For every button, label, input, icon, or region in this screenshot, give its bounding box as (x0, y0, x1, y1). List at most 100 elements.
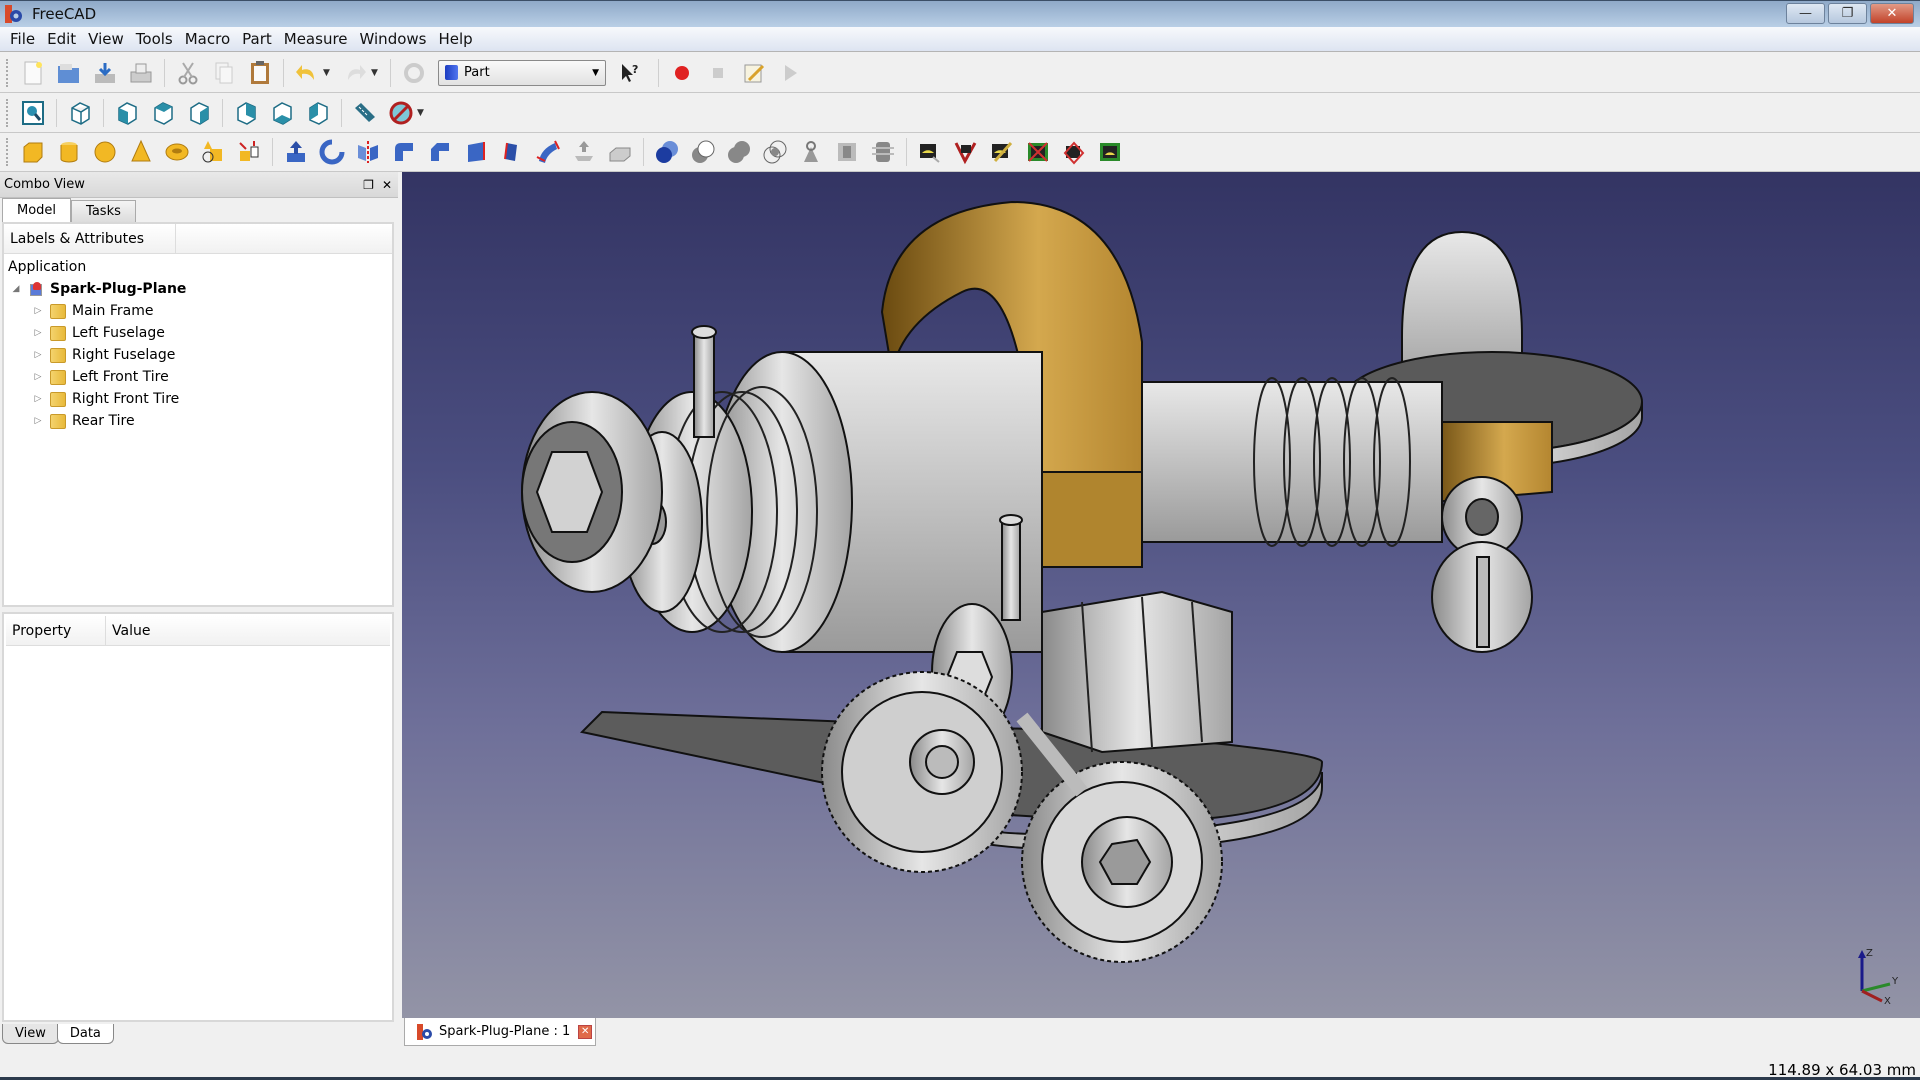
minimize-button[interactable]: — (1786, 3, 1825, 24)
expanded-arrow-icon[interactable]: ◢ (10, 284, 22, 294)
measure-toggle-3d-button[interactable] (1095, 137, 1125, 167)
mirror-button[interactable] (353, 137, 383, 167)
section-button[interactable] (605, 137, 635, 167)
save-button[interactable] (90, 58, 120, 88)
measure-refresh-button[interactable] (987, 137, 1017, 167)
open-document-button[interactable] (54, 58, 84, 88)
collapsed-arrow-icon[interactable]: ▷ (32, 328, 44, 338)
ruled-surface-button[interactable] (497, 137, 527, 167)
clipping-dropdown-icon[interactable]: ▼ (417, 108, 427, 118)
create-primitives-button[interactable] (198, 137, 228, 167)
macro-record-button[interactable] (667, 58, 697, 88)
close-window-button[interactable]: ✕ (1870, 3, 1914, 24)
float-panel-icon[interactable]: ❐ (363, 178, 374, 192)
thickness-button[interactable] (832, 137, 862, 167)
tree-item[interactable]: ▷ Rear Tire (4, 410, 392, 432)
restore-button[interactable]: ❐ (1828, 3, 1867, 24)
spark-plug-plane-model[interactable] (402, 172, 1920, 1018)
check-geometry-button[interactable] (796, 137, 826, 167)
menu-tools[interactable]: Tools (130, 30, 179, 48)
axonometric-view-button[interactable] (65, 98, 95, 128)
workbench-selector[interactable]: Part ▼ (438, 59, 606, 86)
copy-button[interactable] (209, 58, 239, 88)
menu-part[interactable]: Part (236, 30, 278, 48)
right-view-button[interactable] (184, 98, 214, 128)
value-column-header[interactable]: Value (106, 616, 150, 645)
make-face-button[interactable] (461, 137, 491, 167)
menu-help[interactable]: Help (432, 30, 478, 48)
cone-button[interactable] (126, 137, 156, 167)
cross-sections-button[interactable] (868, 137, 898, 167)
measure-angular-button[interactable] (951, 137, 981, 167)
tree-document[interactable]: ◢ Spark-Plug-Plane (4, 278, 392, 300)
boolean-common-button[interactable] (760, 137, 790, 167)
loft-button[interactable] (533, 137, 563, 167)
redo-dropdown-icon[interactable]: ▼ (371, 68, 381, 78)
undo-dropdown-icon[interactable]: ▼ (323, 68, 333, 78)
toolbar-grip[interactable] (6, 58, 9, 87)
revolve-button[interactable] (317, 137, 347, 167)
document-tab[interactable]: Spark-Plug-Plane : 1 ✕ (404, 1018, 596, 1046)
boolean-button[interactable] (652, 137, 682, 167)
print-button[interactable] (126, 58, 156, 88)
measure-clear-button[interactable] (1023, 137, 1053, 167)
tree-item[interactable]: ▷ Left Fuselage (4, 322, 392, 344)
fillet-button[interactable] (389, 137, 419, 167)
cylinder-button[interactable] (54, 137, 84, 167)
menu-windows[interactable]: Windows (354, 30, 433, 48)
cut-button[interactable] (173, 58, 203, 88)
bottom-view-button[interactable] (267, 98, 297, 128)
undo-button[interactable] (292, 58, 322, 88)
menu-measure[interactable]: Measure (278, 30, 354, 48)
extrude-button[interactable] (281, 137, 311, 167)
macro-run-button[interactable] (775, 58, 805, 88)
redo-button[interactable] (340, 58, 370, 88)
front-view-button[interactable] (112, 98, 142, 128)
tree-item[interactable]: ▷ Right Front Tire (4, 388, 392, 410)
clipping-button[interactable] (386, 98, 416, 128)
fit-all-button[interactable] (18, 98, 48, 128)
new-document-button[interactable] (18, 58, 48, 88)
tree-item[interactable]: ▷ Left Front Tire (4, 366, 392, 388)
boolean-cut-button[interactable] (688, 137, 718, 167)
tree-item[interactable]: ▷ Right Fuselage (4, 344, 392, 366)
top-view-button[interactable] (148, 98, 178, 128)
paste-button[interactable] (245, 58, 275, 88)
left-view-button[interactable] (303, 98, 333, 128)
close-panel-icon[interactable]: ✕ (382, 178, 392, 192)
measure-distance-button[interactable] (350, 98, 380, 128)
3d-viewport[interactable]: Z Y X (402, 172, 1920, 1018)
menu-view[interactable]: View (82, 30, 130, 48)
sphere-button[interactable] (90, 137, 120, 167)
boolean-fuse-button[interactable] (724, 137, 754, 167)
collapsed-arrow-icon[interactable]: ▷ (32, 416, 44, 426)
chamfer-button[interactable] (425, 137, 455, 167)
toolbar-grip[interactable] (6, 98, 9, 127)
property-column-header[interactable]: Property (6, 616, 106, 645)
whats-this-button[interactable]: ? (615, 58, 645, 88)
measure-linear-button[interactable] (915, 137, 945, 167)
menu-edit[interactable]: Edit (41, 30, 82, 48)
tab-tasks[interactable]: Tasks (71, 200, 136, 222)
rear-view-button[interactable] (231, 98, 261, 128)
menu-file[interactable]: File (4, 30, 41, 48)
collapsed-arrow-icon[interactable]: ▷ (32, 350, 44, 360)
macro-stop-button[interactable] (703, 58, 733, 88)
torus-button[interactable] (162, 137, 192, 167)
tab-data[interactable]: Data (56, 1024, 114, 1044)
close-tab-icon[interactable]: ✕ (578, 1024, 593, 1039)
sweep-button[interactable] (569, 137, 599, 167)
shape-builder-button[interactable] (234, 137, 264, 167)
collapsed-arrow-icon[interactable]: ▷ (32, 372, 44, 382)
tree-item[interactable]: ▷ Main Frame (4, 300, 392, 322)
refresh-button[interactable] (399, 58, 429, 88)
box-button[interactable] (18, 137, 48, 167)
measure-toggle-all-button[interactable] (1059, 137, 1089, 167)
tab-view[interactable]: View (2, 1024, 59, 1044)
toolbar-grip[interactable] (6, 138, 9, 166)
macro-edit-button[interactable] (739, 58, 769, 88)
tree-header-labels[interactable]: Labels & Attributes (4, 224, 176, 253)
collapsed-arrow-icon[interactable]: ▷ (32, 394, 44, 404)
tab-model[interactable]: Model (2, 198, 72, 222)
collapsed-arrow-icon[interactable]: ▷ (32, 306, 44, 316)
